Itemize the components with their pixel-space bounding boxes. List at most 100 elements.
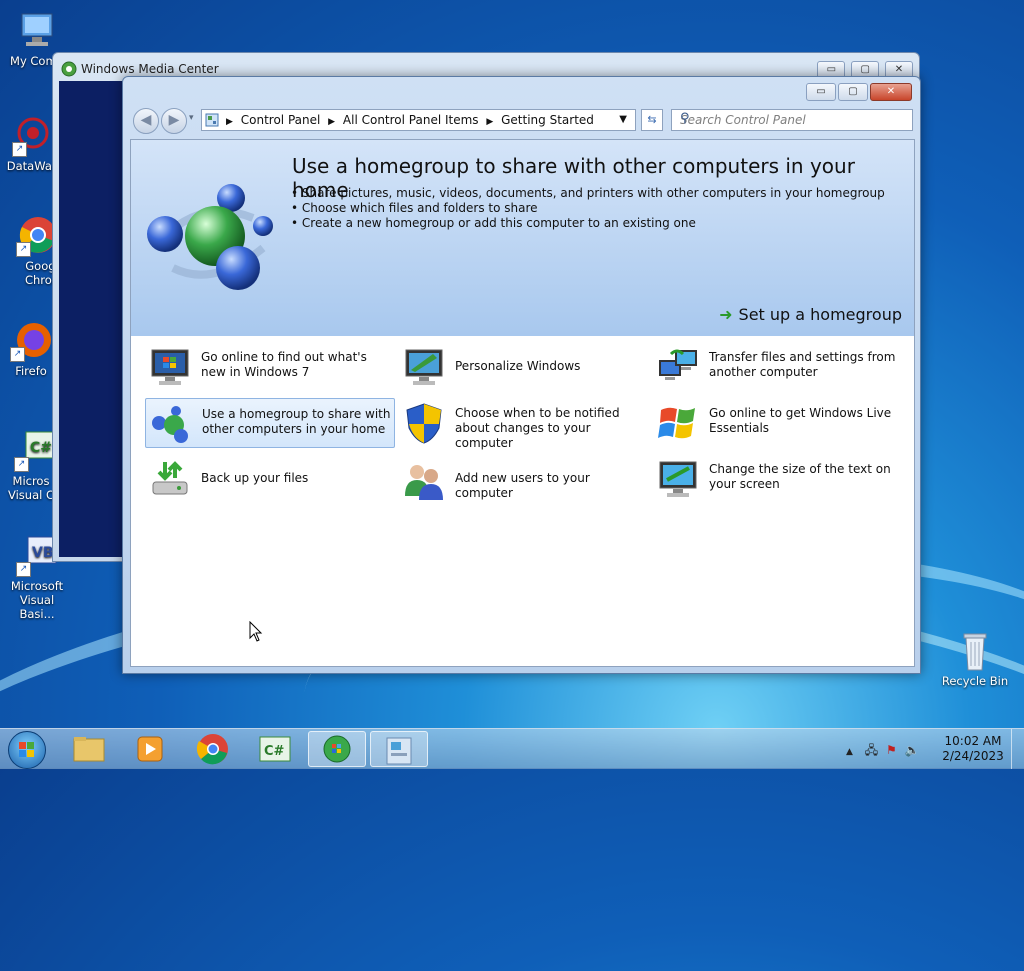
taskbar-chrome[interactable] xyxy=(184,731,242,767)
hero-bullets: Share pictures, music, videos, documents… xyxy=(291,186,885,231)
show-hidden-icons-button[interactable]: ▲ xyxy=(846,747,853,757)
display-text-icon xyxy=(659,461,697,497)
address-dropdown-icon[interactable]: ▼ xyxy=(619,110,627,130)
desktop-icon-label: Microsoft Visual Basi... xyxy=(10,579,64,621)
users-icon xyxy=(405,465,443,500)
svg-text:C#: C# xyxy=(264,744,285,759)
chrome-icon xyxy=(196,734,228,765)
homegroup-spheres-icon xyxy=(147,184,273,290)
task-text-size[interactable]: Change the size of the text on your scre… xyxy=(653,454,903,504)
hero-bullet: Create a new homegroup or add this compu… xyxy=(291,216,885,231)
shortcut-arrow-icon: ↗ xyxy=(14,457,29,472)
shortcut-arrow-icon: ↗ xyxy=(16,562,31,577)
breadcrumb-separator-icon: ▶ xyxy=(328,117,336,127)
task-label: Go online to find out what's new in Wind… xyxy=(201,350,367,379)
volume-icon[interactable]: 🔈 xyxy=(905,743,920,757)
start-button[interactable] xyxy=(8,731,46,769)
network-icon[interactable]: 🖧 xyxy=(865,743,878,757)
homegroup-hero: Use a homegroup to share with other comp… xyxy=(131,140,914,336)
search-icon[interactable]: ⚲ xyxy=(680,111,908,126)
taskbar: C# ▲ 🖧 ⚑ 🔈 10:02 AM 2/24/2023 xyxy=(0,728,1024,769)
window-title: Windows Media Center xyxy=(81,62,219,76)
breadcrumb-all-items[interactable]: All Control Panel Items xyxy=(343,113,479,127)
taskbar-csharp[interactable]: C# xyxy=(246,731,304,767)
windows-logo-icon xyxy=(19,742,34,757)
desktop-icon-recycle-bin[interactable]: Recycle Bin xyxy=(940,630,1010,688)
task-label: Add new users to your computer xyxy=(455,471,590,500)
control-panel-window[interactable]: ▭ ▢ ✕ ◀ ▶ ▾ ▶ Control Panel ▶ All Contro… xyxy=(122,76,921,674)
task-backup[interactable]: Back up your files xyxy=(145,454,395,504)
getting-started-content: Use a homegroup to share with other comp… xyxy=(130,139,915,667)
media-center-icon xyxy=(323,735,351,763)
task-label: Personalize Windows xyxy=(455,359,581,373)
task-label: Change the size of the text on your scre… xyxy=(709,462,891,491)
taskbar-explorer[interactable] xyxy=(60,731,118,767)
backup-icon xyxy=(152,461,188,495)
setup-homegroup-label: Set up a homegroup xyxy=(738,305,902,324)
task-transfer-files[interactable]: Transfer files and settings from another… xyxy=(653,342,903,392)
forward-button[interactable]: ▶ xyxy=(161,108,187,134)
system-tray: ▲ 🖧 ⚑ 🔈 xyxy=(846,741,920,762)
csharp-icon: C# ↗ xyxy=(14,430,56,472)
control-panel-icon xyxy=(386,737,412,765)
media-player-icon xyxy=(137,736,163,762)
clock[interactable]: 10:02 AM 2/24/2023 xyxy=(940,734,1006,764)
back-button[interactable]: ◀ xyxy=(133,108,159,134)
control-panel-icon xyxy=(205,113,219,127)
navigation-bar: ◀ ▶ ▾ ▶ Control Panel ▶ All Control Pane… xyxy=(131,107,913,134)
search-box[interactable]: Search Control Panel ⚲ xyxy=(671,109,913,131)
mouse-cursor-icon xyxy=(249,621,263,642)
breadcrumb-separator-icon: ▶ xyxy=(486,117,494,127)
show-desktop-button[interactable] xyxy=(1011,729,1024,769)
transfer-icon xyxy=(659,349,697,380)
hero-bullet: Share pictures, music, videos, documents… xyxy=(291,186,885,201)
windows-flag-icon xyxy=(658,407,695,439)
taskbar-control-panel[interactable] xyxy=(370,731,428,767)
task-uac-notifications[interactable]: Choose when to be notified about changes… xyxy=(399,398,649,450)
breadcrumb-control-panel[interactable]: Control Panel xyxy=(241,113,321,127)
firefox-icon: ↗ xyxy=(10,320,52,362)
computer-icon xyxy=(16,10,58,52)
svg-text:C#: C# xyxy=(30,440,52,456)
task-label: Use a homegroup to share with other comp… xyxy=(202,407,391,436)
media-center-icon xyxy=(61,61,77,77)
address-bar[interactable]: ▶ Control Panel ▶ All Control Panel Item… xyxy=(201,109,636,131)
desktop-icon-label: Recycle Bin xyxy=(941,674,1009,688)
shortcut-arrow-icon: ↗ xyxy=(10,347,25,362)
taskbar-media-center[interactable] xyxy=(308,731,366,767)
task-whats-new[interactable]: Go online to find out what's new in Wind… xyxy=(145,342,395,392)
monitor-windows-icon xyxy=(151,349,189,385)
shortcut-arrow-icon: ↗ xyxy=(16,242,31,257)
setup-homegroup-link[interactable]: ➜ Set up a homegroup xyxy=(719,305,902,324)
task-label: Go online to get Windows Live Essentials xyxy=(709,406,892,435)
task-label: Back up your files xyxy=(201,471,309,485)
task-label: Choose when to be notified about changes… xyxy=(455,406,620,450)
task-live-essentials[interactable]: Go online to get Windows Live Essentials xyxy=(653,398,903,448)
uac-shield-icon xyxy=(406,403,442,444)
refresh-button[interactable]: ⇆ xyxy=(641,109,663,131)
hero-bullet: Choose which files and folders to share xyxy=(291,201,885,216)
datawag-icon: ↗ xyxy=(12,115,54,157)
close-button[interactable]: ✕ xyxy=(870,83,912,101)
clock-date: 2/24/2023 xyxy=(942,749,1004,763)
personalize-icon xyxy=(405,349,443,385)
media-center-content xyxy=(59,81,125,557)
maximize-button[interactable]: ▢ xyxy=(838,83,868,101)
shortcut-arrow-icon: ↗ xyxy=(12,142,27,157)
task-homegroup[interactable]: Use a homegroup to share with other comp… xyxy=(145,398,395,448)
csharp-icon: C# xyxy=(259,736,291,762)
breadcrumb: ▶ Control Panel ▶ All Control Panel Item… xyxy=(226,110,598,132)
action-center-flag-icon[interactable]: ⚑ xyxy=(886,743,897,757)
svg-text:VB: VB xyxy=(32,545,54,561)
folder-icon xyxy=(73,737,105,762)
breadcrumb-getting-started[interactable]: Getting Started xyxy=(501,113,594,127)
breadcrumb-separator-icon: ▶ xyxy=(226,117,233,127)
minimize-button[interactable]: ▭ xyxy=(806,83,836,101)
task-label: Transfer files and settings from another… xyxy=(709,350,896,379)
homegroup-icon xyxy=(152,406,188,443)
recent-pages-dropdown[interactable]: ▾ xyxy=(189,113,194,123)
task-add-users[interactable]: Add new users to your computer xyxy=(399,454,649,504)
taskbar-media-player[interactable] xyxy=(122,731,180,767)
desktop-icon-label: Micros Visual C xyxy=(7,474,55,502)
task-personalize[interactable]: Personalize Windows xyxy=(399,342,649,392)
